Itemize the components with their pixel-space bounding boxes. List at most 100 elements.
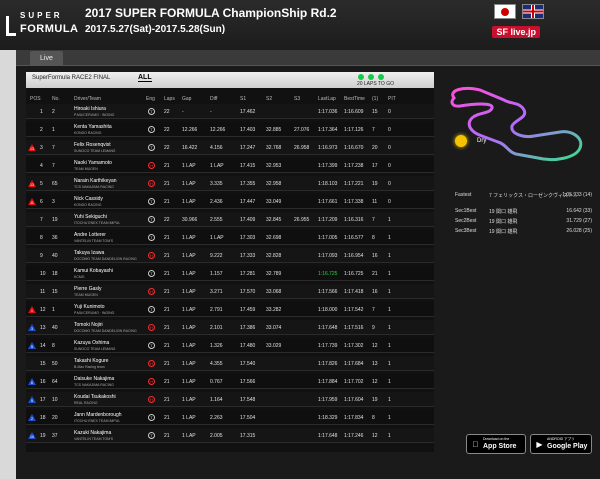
position-change-badge: 11 <box>28 198 36 205</box>
team-name: P.MU/CERUMO · INGING <box>74 311 115 315</box>
position-change-badge: 5 <box>28 396 36 403</box>
driver-name: Tomoki Nojiri <box>74 322 103 328</box>
table-row[interactable]: 7 19 Yuhi Sekiguchi ITOCHU ENEX TEAM IMPUL T… <box>26 212 434 227</box>
table-row[interactable]: 13 3 7 Felix Rosenqvist SUNOCO TEAM LEMANS T 2… <box>26 140 434 155</box>
team-name: KCMG <box>74 275 85 279</box>
position-change-badge: 6 <box>28 378 36 385</box>
column-header: Driver/Team <box>74 96 101 102</box>
cell-s1: 17.386 <box>240 325 256 331</box>
cell-last: 1:17.399 <box>318 163 338 169</box>
cell-c1: 17 <box>372 163 378 169</box>
cell-gap: 1 LAP <box>182 433 196 439</box>
cell-pit: 1 <box>388 235 391 241</box>
column-header: S2 <box>266 96 273 102</box>
table-row[interactable]: 2 18 20 Jann Mardenborough ITOCHU ENEX TEAM … <box>26 410 434 425</box>
cell-c1: 13 <box>372 361 378 367</box>
cell-s1: 17.548 <box>240 397 256 403</box>
cell-s2: 32.958 <box>266 181 282 187</box>
cell-pit: 1 <box>388 433 391 439</box>
driver-name: Andre Lotterer <box>74 232 106 238</box>
honda-engine-icon: H <box>148 324 155 331</box>
google-play-icon: ▶ <box>536 440 543 449</box>
cell-laps: 21 <box>164 307 170 313</box>
green-light-icon <box>378 74 384 80</box>
app-store-button[interactable]:  Download on the App Store <box>466 434 526 454</box>
cell-pit: 0 <box>388 127 391 133</box>
cell-s2: 32.845 <box>266 217 282 223</box>
cell-best: 1:17.238 <box>344 163 364 169</box>
driver-name: Daisuke Nakajima <box>74 376 115 382</box>
cell-c1: 21 <box>372 271 378 277</box>
cell-gap: 1 LAP <box>182 343 196 349</box>
cell-no: 7 <box>52 145 55 151</box>
table-row[interactable]: 11 6 3 Nick Cassidy KONDO RACING T 21 1 LAP 2.43… <box>26 194 434 209</box>
cell-diff: 1.157 <box>210 271 223 277</box>
filter-all-tab[interactable]: ALL <box>138 74 152 82</box>
cell-pit: 0 <box>388 181 391 187</box>
cell-last: 1:17.826 <box>318 361 338 367</box>
team-name: DOCOMO TEAM DANDELION RACING <box>74 329 137 333</box>
google-play-button[interactable]: ▶ ANDROID アプリ Google Play <box>530 434 592 454</box>
cell-pos: 16 <box>40 379 46 385</box>
cell-best: 1:17.834 <box>344 415 364 421</box>
table-row[interactable]: 6 16 64 Daisuke Nakajima TCS NAKAJIMA RACING… <box>26 374 434 389</box>
column-header: LastLap <box>318 96 336 102</box>
cell-s1: 17.303 <box>240 235 256 241</box>
table-row[interactable]: 15 50 Takashi Kogure B-Max Racing team H 21 1 … <box>26 356 434 371</box>
cell-last: 1:17.661 <box>318 199 338 205</box>
cell-no: 1 <box>52 307 55 313</box>
cell-pit: 1 <box>388 253 391 259</box>
toyota-engine-icon: T <box>148 414 155 421</box>
cell-s1: 17.415 <box>240 163 256 169</box>
tab-live[interactable]: Live <box>30 51 63 66</box>
cell-best: 1:16.609 <box>344 109 364 115</box>
cell-s3: 26.955 <box>294 217 310 223</box>
cell-gap: 1 LAP <box>182 325 196 331</box>
cell-laps: 21 <box>164 253 170 259</box>
cell-no: 64 <box>52 379 58 385</box>
cell-last: 1:16.973 <box>318 145 338 151</box>
language-switcher <box>494 4 546 20</box>
cell-c1: 20 <box>372 145 378 151</box>
toyota-engine-icon: T <box>148 234 155 241</box>
cell-diff: 3.335 <box>210 181 223 187</box>
table-row[interactable]: 8 36 Andre Lotterer VANTELIN TEAM TOM'S T 21 1… <box>26 230 434 245</box>
cell-s1: 17.247 <box>240 145 256 151</box>
cell-s1: 17.480 <box>240 343 256 349</box>
app-store-caption: Download on the <box>483 437 510 441</box>
cell-no: 8 <box>52 343 55 349</box>
sf-live-logo[interactable]: SF live.jp <box>492 26 540 38</box>
logo-text-top: SUPER <box>20 11 63 20</box>
cell-s1: 17.315 <box>240 433 256 439</box>
cell-gap: 1 LAP <box>182 199 196 205</box>
cell-gap: 1 LAP <box>182 289 196 295</box>
table-row[interactable]: 11 15 Pierre Gasly TEAM MUGEN H 21 1 LAP 3.271 1… <box>26 284 434 299</box>
table-row[interactable]: 10 19 37 Kazuki Nakajima VANTELIN TEAM TOM'S… <box>26 428 434 443</box>
table-row[interactable]: 1 2 Hiroaki Ishiura P.MU/CERUMO · INGING T 22… <box>26 104 434 119</box>
table-row[interactable]: 5 14 8 Kazuya Oshima SUNOCO TEAM LEMANS T 21 1 … <box>26 338 434 353</box>
cell-diff: - <box>210 109 212 115</box>
cell-last: 1:17.036 <box>318 109 338 115</box>
table-row[interactable]: 10 18 Kamui Kobayashi KCMG T 21 1 LAP 1.157 17.2… <box>26 266 434 281</box>
table-row[interactable]: 1 12 1 Yuji Kunimoto P.MU/CERUMO · INGING T 21… <box>26 302 434 317</box>
table-row[interactable]: 4 7 Naoki Yamamoto TEAM MUGEN H 21 1 LAP 1 LAP 1… <box>26 158 434 173</box>
cell-no: 36 <box>52 235 58 241</box>
cell-diff: 12.266 <box>210 127 226 133</box>
team-name: REAL RACING <box>74 401 98 405</box>
table-row[interactable]: 3 13 40 Tomoki Nojiri DOCOMO TEAM DANDELION … <box>26 320 434 335</box>
super-formula-logo[interactable]: SUPER FORMULA <box>6 6 78 42</box>
japan-flag-icon[interactable] <box>494 4 516 19</box>
cell-s2: 32.885 <box>266 127 282 133</box>
table-row[interactable]: 2 1 Kenta Yamashita KONDO RACING T 22 12.266 12… <box>26 122 434 137</box>
table-row[interactable]: 5 17 10 Koudai Tsukakoshi REAL RACING H 21 1 LA… <box>26 392 434 407</box>
table-row[interactable]: 9 40 Takuya Izawa DOCOMO TEAM DANDELION RAC… <box>26 248 434 263</box>
driver-cell: Tomoki Nojiri DOCOMO TEAM DANDELION RACIN… <box>74 322 137 333</box>
race-name: SuperFormula RACE2 FINAL <box>32 75 111 81</box>
cell-last: 1:17.093 <box>318 253 338 259</box>
cell-diff: 2.005 <box>210 433 223 439</box>
driver-cell: Narain Karthikeyan TCS NAKAJIMA RACING <box>74 178 117 189</box>
cell-no: 1 <box>52 127 55 133</box>
table-row[interactable]: 13 5 65 Narain Karthikeyan TCS NAKAJIMA RACI… <box>26 176 434 191</box>
uk-flag-icon[interactable] <box>522 4 544 19</box>
record-label: Sec1Best <box>455 208 477 214</box>
